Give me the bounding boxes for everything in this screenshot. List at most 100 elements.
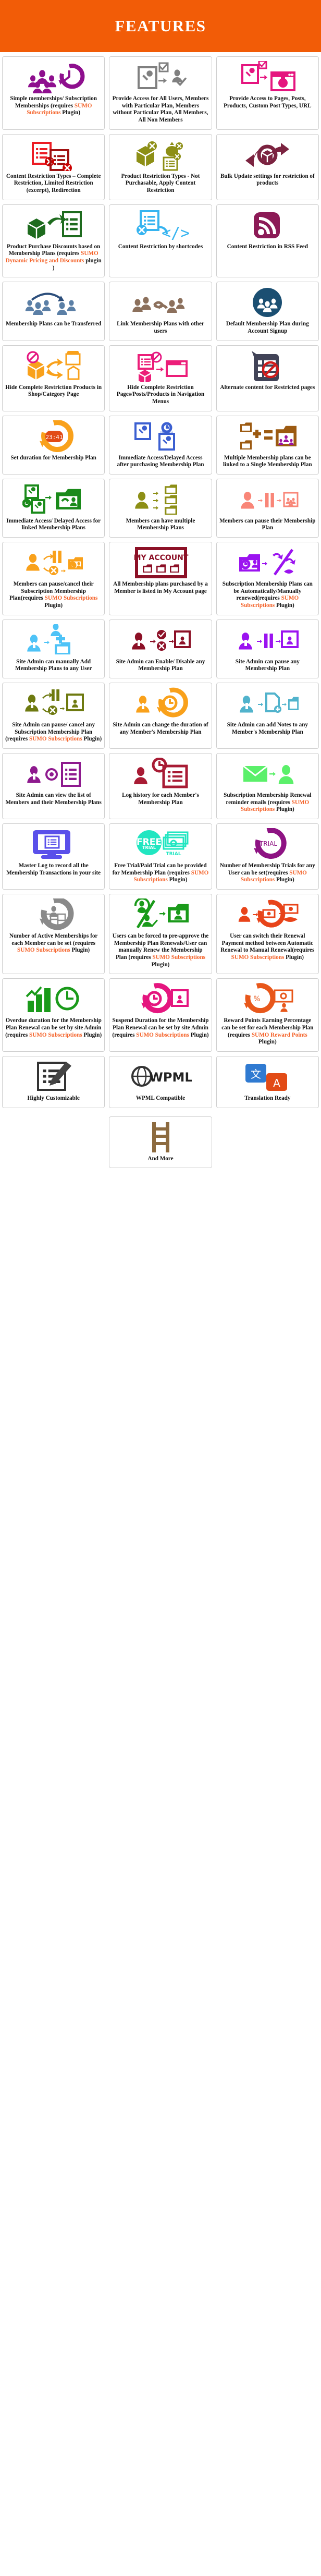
- feature-card: Members can pause/cancel their Subscript…: [2, 542, 105, 615]
- feature-card: Site Admin can add Notes to any Member's…: [216, 683, 319, 749]
- member-pause-plan-icon: [219, 483, 316, 516]
- feature-card: Multiple Membership plans can be linked …: [216, 415, 319, 475]
- hide-nav-menu-icon: [112, 350, 208, 382]
- feature-card: Log history for each Member's Membership…: [109, 753, 212, 819]
- document-restricted-icon: [5, 139, 102, 171]
- plugin-link[interactable]: SUMO Subscriptions: [29, 736, 82, 742]
- admin-pause-cancel-sub-icon: [5, 687, 102, 720]
- svg-text:TRIAL: TRIAL: [166, 852, 181, 857]
- svg-text:TRIAL: TRIAL: [142, 845, 156, 850]
- feature-card: Site Admin can change the duration of an…: [109, 683, 212, 749]
- plugin-link[interactable]: SUMO Subscriptions: [136, 1032, 189, 1038]
- feature-text-part: Site Admin can view the list of Members …: [5, 792, 102, 806]
- feature-card-label: User can switch their Renewal Payment me…: [219, 933, 316, 962]
- feature-card: Link Membership Plans with other users: [109, 282, 212, 341]
- feature-text-part: Set duration for Membership Plan: [10, 454, 96, 461]
- feature-card: </> Content Restriction by shortcodes: [109, 204, 212, 278]
- suspend-duration-icon: [112, 983, 208, 1015]
- feature-text-part: Translation Ready: [244, 1095, 291, 1101]
- feature-card-label: And More: [147, 1156, 173, 1163]
- feature-card-label: Members can pause their Membership Plan: [219, 518, 316, 532]
- feature-text-part: WPML Compatible: [135, 1095, 186, 1101]
- feature-card: Number of Active Memberships for each Me…: [2, 893, 105, 975]
- feature-card-label: Subscription Membership Renewal reminder…: [219, 792, 316, 813]
- plugin-link[interactable]: SUMO Subscriptions: [231, 954, 285, 961]
- feature-text-part: Site Admin can pause any Membership Plan: [235, 658, 300, 672]
- feature-card: Members can pause their Membership Plan: [216, 478, 319, 538]
- master-log-monitor-icon: [5, 828, 102, 860]
- plugin-link[interactable]: SUMO Subscriptions: [29, 1032, 82, 1038]
- svg-text:MY ACCOUNT: MY ACCOUNT: [134, 554, 189, 562]
- feature-card: Members can have multiple Membership Pla…: [109, 478, 212, 538]
- feature-card: Subscription Membership Plans can be Aut…: [216, 542, 319, 615]
- feature-card-label: Simple memberships/ Subscription Members…: [5, 95, 102, 117]
- wpml-logo-icon: WPML: [112, 1061, 208, 1093]
- feature-text-part: Subscription Membership Plans can be Aut…: [222, 581, 313, 602]
- feature-text-part: Plugin): [82, 1031, 102, 1038]
- key-user-check-icon: [112, 61, 208, 93]
- plugin-link[interactable]: SUMO Subscriptions: [17, 947, 70, 953]
- feature-card-label: WPML Compatible: [136, 1095, 185, 1102]
- feature-card: TRIAL Number of Membership Trials for any…: [216, 823, 319, 890]
- duration-timer-icon: 23:41: [5, 420, 102, 453]
- feature-card: Immediate Access/ Delayed Access for lin…: [2, 478, 105, 538]
- users-clock-icon: [5, 61, 102, 93]
- feature-card-label: Immediate Access/Delayed Access after pu…: [112, 455, 208, 469]
- plugin-link[interactable]: SUMO Subscriptions: [45, 595, 98, 601]
- plugin-link[interactable]: SUMO Reward Points: [252, 1032, 307, 1038]
- feature-card-label: Product Restriction Types - Not Purchasa…: [112, 173, 208, 195]
- feature-card: Alternate content for Restricted pages: [216, 345, 319, 411]
- feature-card-label: Highly Customizable: [27, 1095, 79, 1102]
- feature-text-part: Membership Plans can be Transferred: [5, 321, 102, 327]
- feature-text-part: Plugin): [275, 602, 294, 609]
- key-browser-gear-icon: [219, 61, 316, 93]
- feature-card-label: Provide Access for All Users, Members wi…: [112, 95, 209, 124]
- feature-text-part: Content Restriction by shortcodes: [118, 243, 203, 250]
- features-grid: Simple memberships/ Subscription Members…: [0, 52, 321, 1112]
- feature-card-label: Alternate content for Restricted pages: [220, 384, 315, 392]
- feature-text-part: Members can pause their Membership Plan: [219, 517, 316, 531]
- feature-card: Suspend Duration for the Membership Plan…: [109, 978, 212, 1052]
- my-account-plans-icon: MY ACCOUNT: [112, 546, 208, 579]
- plugin-link[interactable]: SUMO Subscriptions: [152, 954, 205, 961]
- grid-spacer: [216, 1116, 319, 1169]
- transfer-members-icon: [5, 286, 102, 319]
- feature-text-part: Plugin): [151, 961, 170, 968]
- ladder-icon: [112, 1121, 208, 1153]
- customizable-pencil-list-icon: [5, 1061, 102, 1093]
- feature-card: 23:41 Set duration for Membership Plan: [2, 415, 105, 475]
- feature-card: Product Restriction Types - Not Purchasa…: [109, 133, 212, 200]
- switch-payment-method-icon: [219, 898, 316, 931]
- free-paid-trial-icon: FREE TRIAL TRIAL: [112, 828, 208, 860]
- feature-card-label: Free Trial/Paid Trial can be provided fo…: [112, 862, 209, 884]
- feature-card-label: Bulk Update settings for restriction of …: [219, 173, 316, 187]
- feature-text-part: Plugin): [189, 1031, 209, 1038]
- feature-text-part: Content Restriction in RSS Feed: [227, 243, 308, 250]
- feature-card: MY ACCOUNT All Membership plans purchase…: [109, 542, 212, 615]
- feature-text-part: Plugin): [44, 602, 63, 609]
- feature-text-part: Content Restriction Types – Complete Res…: [6, 173, 101, 193]
- feature-card: % Reward Points Earning Percentage can b…: [216, 978, 319, 1052]
- feature-card-label: Number of Membership Trials for any User…: [219, 862, 316, 884]
- rss-feed-icon: [219, 209, 316, 241]
- feature-card: Provide Access for All Users, Members wi…: [109, 56, 212, 130]
- pre-approve-renewal-icon: [112, 898, 208, 931]
- feature-text-part: Hide Complete Restriction Pages/Posts/Pr…: [116, 384, 205, 405]
- svg-text:文: 文: [251, 1068, 261, 1080]
- feature-card: FREE TRIAL TRIAL Free Trial/Paid Trial ca…: [109, 823, 212, 890]
- feature-text-part: Plugin): [275, 877, 294, 883]
- feature-card-label: Log history for each Member's Membership…: [112, 792, 208, 806]
- feature-text-part: Plugin): [258, 1039, 277, 1046]
- feature-card-label: Content Restriction Types – Complete Res…: [5, 173, 102, 195]
- feature-card-label: Site Admin can add Notes to any Member's…: [219, 722, 316, 736]
- feature-text-part: User can switch their Renewal Payment me…: [220, 932, 315, 954]
- feature-card-label: Site Admin can change the duration of an…: [112, 722, 208, 736]
- feature-card-label: Users can be forced to pre-approve the M…: [112, 933, 209, 968]
- feature-card-label: All Membership plans purchased by a Memb…: [112, 581, 208, 595]
- feature-card-label: Subscription Membership Plans can be Aut…: [219, 581, 316, 610]
- feature-card: Membership Plans can be Transferred: [2, 282, 105, 341]
- feature-card: Bulk Update settings for restriction of …: [216, 133, 319, 200]
- member-multiple-plans-icon: [112, 483, 208, 516]
- feature-text-part: Site Admin can manually Add Membership P…: [15, 658, 92, 672]
- feature-card: 文 A Translation Ready: [216, 1055, 319, 1108]
